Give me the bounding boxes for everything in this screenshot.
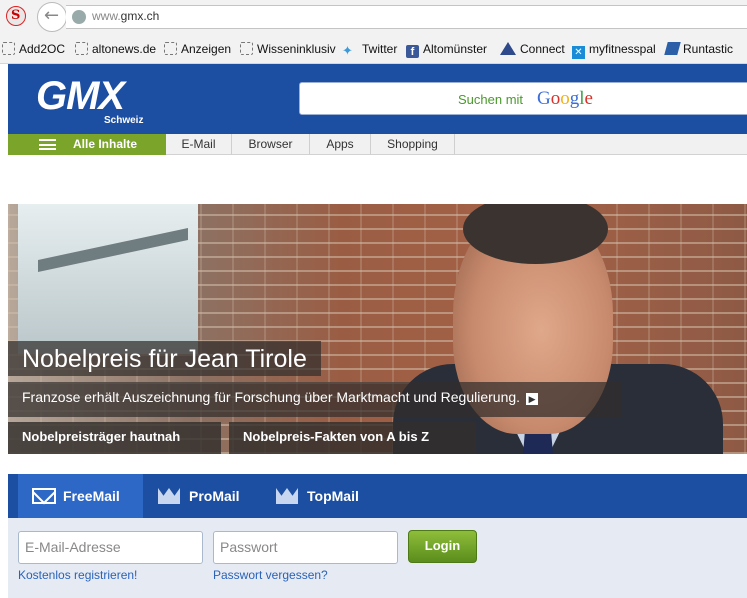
page: GMX Schweiz Suchen mit Google Alle Inhal… [8,64,747,598]
search-input[interactable]: Suchen mit Google [299,82,747,115]
mail-tabs: FreeMail ProMail TopMail [8,474,747,526]
dashed-square-icon [164,42,177,55]
nav-all-content[interactable]: Alle Inhalte [8,134,166,155]
hero-title[interactable]: Nobelpreis für Jean Tirole [8,341,321,376]
bookmark-myfitnesspal[interactable]: ✕ myfitnesspal [572,42,656,59]
hero-teaser[interactable]: Nobelpreis für Jean Tirole Franzose erhä… [8,204,747,454]
bookmark-anzeigen[interactable]: Anzeigen [164,42,231,56]
browser-address-bar: ← www.gmx.ch [0,0,747,36]
register-link[interactable]: Kostenlos registrieren! [18,568,137,582]
bookmark-runtastic[interactable]: Runtastic [664,42,733,56]
facebook-icon: f [406,45,419,58]
hero-link-facts[interactable]: Nobelpreis-Fakten von A bis Z [229,422,476,454]
forgot-password-link[interactable]: Passwort vergessen? [213,568,328,582]
menu-icon [39,139,56,150]
bookmarks-bar: Add2OC altonews.de Anzeigen Wisseninklus… [0,36,747,64]
runtastic-icon [664,42,681,55]
search-label: Suchen mit [458,92,524,107]
crown-icon [276,488,298,504]
url-field[interactable]: www.gmx.ch [66,5,747,29]
arrow-right-icon: ▶ [526,393,539,405]
google-logo: Google [537,88,593,109]
gmx-logo[interactable]: GMX [36,74,125,119]
nav-apps[interactable]: Apps [310,134,371,155]
site-header: GMX Schweiz Suchen mit Google [8,64,747,134]
bookmark-wisseninklusiv[interactable]: Wisseninklusiv [240,42,336,56]
dashed-square-icon [240,42,253,55]
tab-freemail[interactable]: FreeMail [18,474,143,526]
crown-icon [158,488,180,504]
login-form: E-Mail-Adresse Passwort Login Kostenlos … [8,518,747,598]
hero-image-window [18,204,198,354]
twitter-icon: ✦ [342,43,353,58]
bookmark-altonews[interactable]: altonews.de [75,42,156,56]
back-button[interactable]: ← [37,2,67,32]
tab-promail[interactable]: ProMail [158,474,268,518]
back-arrow-icon: ← [44,5,60,26]
email-field[interactable]: E-Mail-Adresse [18,531,203,564]
triangle-icon [500,42,516,55]
addon-shield-icon[interactable] [6,6,26,26]
hero-subtitle[interactable]: Franzose erhält Auszeichnung für Forschu… [8,382,622,417]
nav-email[interactable]: E-Mail [166,134,232,155]
bookmark-altomuenster[interactable]: f Altomünster [406,42,487,58]
login-button[interactable]: Login [408,530,477,563]
myfitnesspal-icon: ✕ [572,46,585,59]
url-text: www.gmx.ch [92,9,160,23]
hero-link-laureates[interactable]: Nobelpreisträger hautnah [8,422,221,454]
logo-subtitle: Schweiz [104,115,144,126]
bookmark-add2oc[interactable]: Add2OC [2,42,65,56]
main-nav: Alle Inhalte E-Mail Browser Apps Shoppin… [8,134,747,155]
dashed-square-icon [75,42,88,55]
nav-browser[interactable]: Browser [232,134,310,155]
tab-topmail[interactable]: TopMail [276,474,386,518]
bookmark-twitter[interactable]: ✦ Twitter [342,42,397,58]
dashed-square-icon [2,42,15,55]
bookmark-connect[interactable]: Connect [500,42,565,56]
password-field[interactable]: Passwort [213,531,398,564]
nav-shopping[interactable]: Shopping [371,134,455,155]
globe-icon [72,10,86,24]
envelope-icon [32,488,56,504]
